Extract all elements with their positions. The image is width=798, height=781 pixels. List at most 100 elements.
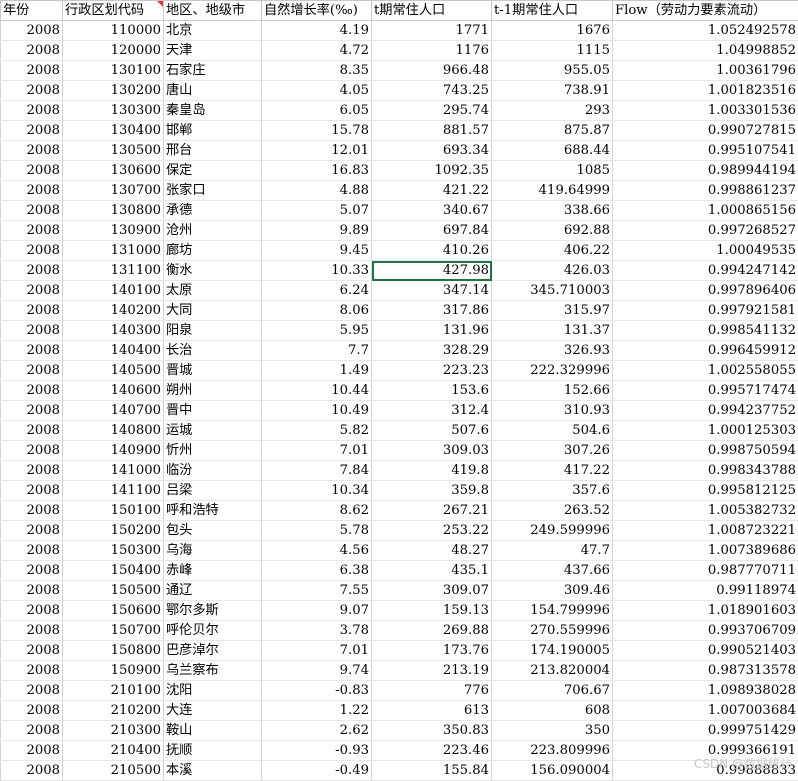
cell-natural-growth-rate[interactable]: 12.01 — [262, 141, 372, 161]
cell-region[interactable]: 大连 — [164, 701, 262, 721]
cell-admin-code[interactable]: 140600 — [63, 381, 164, 401]
cell-region[interactable]: 晋中 — [164, 401, 262, 421]
cell-year[interactable]: 2008 — [1, 161, 63, 181]
cell-admin-code[interactable]: 140200 — [63, 301, 164, 321]
cell-population-t-1[interactable]: 249.599996 — [492, 521, 613, 541]
cell-region[interactable]: 石家庄 — [164, 61, 262, 81]
cell-flow[interactable]: 1.003301536 — [613, 101, 798, 121]
header-region[interactable]: 地区、地级市 — [164, 1, 262, 21]
cell-natural-growth-rate[interactable]: 4.19 — [262, 21, 372, 41]
cell-natural-growth-rate[interactable]: 10.44 — [262, 381, 372, 401]
cell-population-t-1[interactable]: 406.22 — [492, 241, 613, 261]
cell-natural-growth-rate[interactable]: 5.95 — [262, 321, 372, 341]
cell-natural-growth-rate[interactable]: 9.89 — [262, 221, 372, 241]
cell-flow[interactable]: 0.993706709 — [613, 621, 798, 641]
cell-region[interactable]: 阳泉 — [164, 321, 262, 341]
cell-natural-growth-rate[interactable]: 7.84 — [262, 461, 372, 481]
cell-natural-growth-rate[interactable]: 16.83 — [262, 161, 372, 181]
cell-flow[interactable]: 0.989944194 — [613, 161, 798, 181]
cell-population-t[interactable]: 48.27 — [372, 541, 492, 561]
cell-admin-code[interactable]: 130800 — [63, 201, 164, 221]
cell-natural-growth-rate[interactable]: -0.93 — [262, 741, 372, 761]
cell-region[interactable]: 朔州 — [164, 381, 262, 401]
cell-population-t[interactable]: 312.4 — [372, 401, 492, 421]
cell-admin-code[interactable]: 210300 — [63, 721, 164, 741]
cell-population-t-1[interactable]: 1115 — [492, 41, 613, 61]
cell-natural-growth-rate[interactable]: 3.78 — [262, 621, 372, 641]
cell-year[interactable]: 2008 — [1, 61, 63, 81]
cell-population-t-1[interactable]: 263.52 — [492, 501, 613, 521]
cell-population-t[interactable]: 173.76 — [372, 641, 492, 661]
cell-year[interactable]: 2008 — [1, 461, 63, 481]
cell-population-t[interactable]: 295.74 — [372, 101, 492, 121]
cell-population-t[interactable]: 881.57 — [372, 121, 492, 141]
cell-admin-code[interactable]: 130700 — [63, 181, 164, 201]
cell-flow[interactable]: 0.99118974 — [613, 581, 798, 601]
cell-flow[interactable]: 1.007389686 — [613, 541, 798, 561]
cell-population-t[interactable]: 213.19 — [372, 661, 492, 681]
cell-population-t[interactable]: 427.98 — [372, 261, 492, 281]
cell-admin-code[interactable]: 150900 — [63, 661, 164, 681]
cell-region[interactable]: 长治 — [164, 341, 262, 361]
cell-region[interactable]: 吕梁 — [164, 481, 262, 501]
cell-natural-growth-rate[interactable]: 5.78 — [262, 521, 372, 541]
cell-year[interactable]: 2008 — [1, 101, 63, 121]
cell-natural-growth-rate[interactable]: 9.07 — [262, 601, 372, 621]
cell-admin-code[interactable]: 130500 — [63, 141, 164, 161]
cell-natural-growth-rate[interactable]: 10.34 — [262, 481, 372, 501]
cell-year[interactable]: 2008 — [1, 541, 63, 561]
cell-population-t[interactable]: 613 — [372, 701, 492, 721]
cell-flow[interactable]: 0.997921581 — [613, 301, 798, 321]
cell-year[interactable]: 2008 — [1, 141, 63, 161]
cell-population-t[interactable]: 309.03 — [372, 441, 492, 461]
cell-population-t[interactable]: 159.13 — [372, 601, 492, 621]
cell-region[interactable]: 通辽 — [164, 581, 262, 601]
cell-natural-growth-rate[interactable]: 6.38 — [262, 561, 372, 581]
cell-region[interactable]: 鄂尔多斯 — [164, 601, 262, 621]
cell-population-t[interactable]: 507.6 — [372, 421, 492, 441]
cell-region[interactable]: 呼伦贝尔 — [164, 621, 262, 641]
cell-flow[interactable]: 0.99888833 — [613, 761, 798, 781]
cell-flow[interactable]: 0.997268527 — [613, 221, 798, 241]
cell-year[interactable]: 2008 — [1, 601, 63, 621]
cell-natural-growth-rate[interactable]: 5.82 — [262, 421, 372, 441]
cell-flow[interactable]: 0.990727815 — [613, 121, 798, 141]
cell-region[interactable]: 邢台 — [164, 141, 262, 161]
cell-year[interactable]: 2008 — [1, 401, 63, 421]
cell-population-t-1[interactable]: 608 — [492, 701, 613, 721]
cell-flow[interactable]: 0.987770711 — [613, 561, 798, 581]
cell-admin-code[interactable]: 150300 — [63, 541, 164, 561]
cell-year[interactable]: 2008 — [1, 181, 63, 201]
cell-year[interactable]: 2008 — [1, 221, 63, 241]
cell-population-t[interactable]: 155.84 — [372, 761, 492, 781]
cell-region[interactable]: 衡水 — [164, 261, 262, 281]
cell-population-t-1[interactable]: 174.190005 — [492, 641, 613, 661]
cell-population-t[interactable]: 269.88 — [372, 621, 492, 641]
cell-population-t[interactable]: 419.8 — [372, 461, 492, 481]
cell-population-t-1[interactable]: 270.559996 — [492, 621, 613, 641]
cell-population-t-1[interactable]: 213.820004 — [492, 661, 613, 681]
cell-region[interactable]: 赤峰 — [164, 561, 262, 581]
cell-region[interactable]: 唐山 — [164, 81, 262, 101]
cell-natural-growth-rate[interactable]: 15.78 — [262, 121, 372, 141]
cell-flow[interactable]: 0.990521403 — [613, 641, 798, 661]
cell-natural-growth-rate[interactable]: 7.01 — [262, 641, 372, 661]
cell-natural-growth-rate[interactable]: -0.83 — [262, 681, 372, 701]
cell-population-t-1[interactable]: 688.44 — [492, 141, 613, 161]
cell-year[interactable]: 2008 — [1, 661, 63, 681]
cell-year[interactable]: 2008 — [1, 481, 63, 501]
cell-population-t[interactable]: 410.26 — [372, 241, 492, 261]
cell-region[interactable]: 呼和浩特 — [164, 501, 262, 521]
cell-admin-code[interactable]: 141100 — [63, 481, 164, 501]
cell-population-t-1[interactable]: 1085 — [492, 161, 613, 181]
cell-population-t-1[interactable]: 310.93 — [492, 401, 613, 421]
cell-population-t-1[interactable]: 1676 — [492, 21, 613, 41]
cell-natural-growth-rate[interactable]: 10.33 — [262, 261, 372, 281]
cell-year[interactable]: 2008 — [1, 561, 63, 581]
cell-flow[interactable]: 0.987313578 — [613, 661, 798, 681]
cell-admin-code[interactable]: 210100 — [63, 681, 164, 701]
cell-admin-code[interactable]: 130200 — [63, 81, 164, 101]
cell-region[interactable]: 临汾 — [164, 461, 262, 481]
cell-flow[interactable]: 1.005382732 — [613, 501, 798, 521]
cell-flow[interactable]: 1.002558055 — [613, 361, 798, 381]
